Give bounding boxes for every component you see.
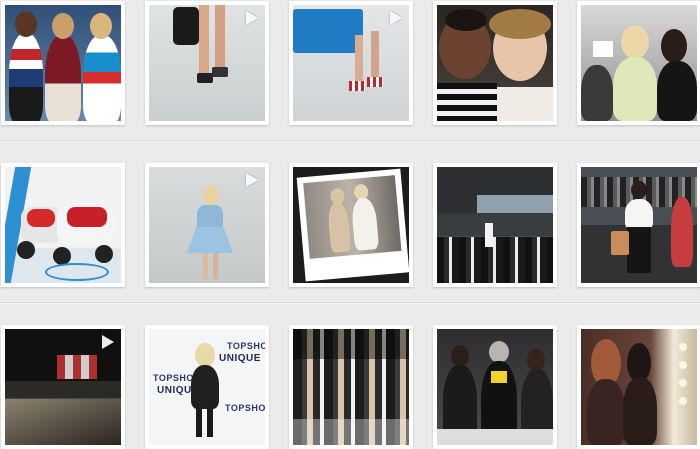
play-icon <box>102 335 114 349</box>
photo-tile[interactable] <box>433 1 557 125</box>
photo-three-models <box>5 5 121 121</box>
video-legs-handbag <box>149 5 265 121</box>
play-icon <box>246 11 258 25</box>
photo-runway-crowd <box>437 167 553 283</box>
video-blue-dress <box>149 167 265 283</box>
photo-polaroid <box>293 167 409 283</box>
photo-backstage-pair <box>581 5 697 121</box>
row-divider <box>0 302 700 304</box>
wall-text: TOPSHOP <box>225 403 265 413</box>
photo-mirror-lights <box>581 329 697 445</box>
photo-topshop-unique-wall: TOPSHOP UNIQUE TOPSHOP UNIQUE TOPSHOP <box>149 329 265 445</box>
play-icon <box>390 11 402 25</box>
photo-tile[interactable] <box>433 325 557 449</box>
photo-front-row-audience <box>293 329 409 445</box>
row-divider <box>0 140 700 142</box>
wall-text: TOPSHOP <box>227 341 265 351</box>
photo-woman-tan-bag <box>581 167 697 283</box>
photo-tile[interactable] <box>577 325 700 449</box>
photo-tile[interactable] <box>577 163 700 287</box>
video-tile[interactable] <box>145 1 269 125</box>
photo-scooters <box>5 167 121 283</box>
photo-tile[interactable] <box>577 1 700 125</box>
photo-tile[interactable] <box>1 163 125 287</box>
video-tile[interactable] <box>289 1 413 125</box>
photo-tile[interactable] <box>433 163 557 287</box>
video-blue-clutch <box>293 5 409 121</box>
photo-tile[interactable] <box>289 325 413 449</box>
photo-two-women-selfie <box>437 5 553 121</box>
video-tile[interactable] <box>145 163 269 287</box>
play-icon <box>246 173 258 187</box>
video-tile[interactable] <box>1 325 125 449</box>
video-runway-finale <box>5 329 121 445</box>
wall-text: UNIQUE <box>219 353 261 364</box>
photo-tile[interactable] <box>289 163 413 287</box>
photo-tile[interactable] <box>1 1 125 125</box>
photo-tile[interactable]: TOPSHOP UNIQUE TOPSHOP UNIQUE TOPSHOP <box>145 325 269 449</box>
photo-front-row-guests <box>437 329 553 445</box>
